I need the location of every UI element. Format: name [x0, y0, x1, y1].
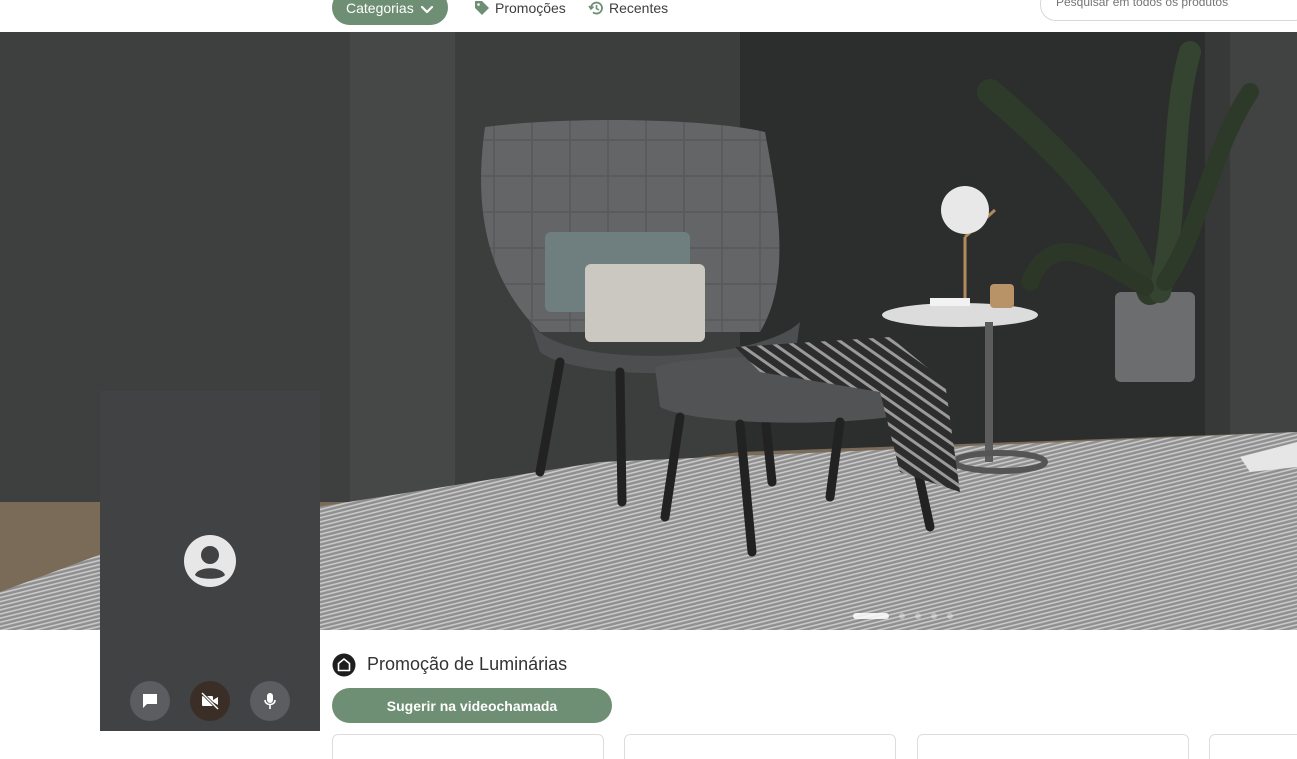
- product-card[interactable]: [1209, 734, 1297, 759]
- section-title: Promoção de Luminárias: [367, 654, 568, 674]
- promotions-link[interactable]: Promoções: [474, 0, 566, 16]
- camera-toggle-button[interactable]: [190, 681, 230, 721]
- recent-link[interactable]: Recentes: [588, 0, 668, 16]
- chevron-down-icon: [420, 5, 434, 14]
- categories-button[interactable]: Categorias: [332, 0, 448, 25]
- home-icon: [332, 653, 356, 677]
- promotions-label: Promoções: [495, 0, 566, 16]
- microphone-button[interactable]: [250, 681, 290, 721]
- carousel-dot[interactable]: [899, 613, 905, 619]
- tag-icon: [475, 1, 489, 15]
- chat-icon: [143, 694, 157, 708]
- carousel-dot[interactable]: [947, 613, 953, 619]
- carousel-dot[interactable]: [853, 613, 889, 619]
- search-input[interactable]: [1040, 0, 1297, 21]
- carousel-dot[interactable]: [931, 613, 937, 619]
- product-card[interactable]: [917, 734, 1189, 759]
- product-card[interactable]: [624, 734, 896, 759]
- carousel-dot[interactable]: [915, 613, 921, 619]
- video-off-icon: [200, 692, 220, 710]
- product-card[interactable]: [332, 734, 604, 759]
- account-circle-icon: [184, 535, 236, 587]
- categories-label: Categorias: [346, 0, 414, 16]
- microphone-icon: [264, 693, 276, 709]
- chat-button[interactable]: [130, 681, 170, 721]
- history-icon: [588, 1, 603, 15]
- carousel-dots: [853, 613, 953, 619]
- recent-label: Recentes: [609, 0, 669, 16]
- top-navigation: Categorias Promoções Recentes: [0, 0, 1297, 32]
- suggest-in-video-call-button[interactable]: Sugerir na videochamada: [332, 688, 612, 723]
- video-call-panel: [100, 391, 320, 731]
